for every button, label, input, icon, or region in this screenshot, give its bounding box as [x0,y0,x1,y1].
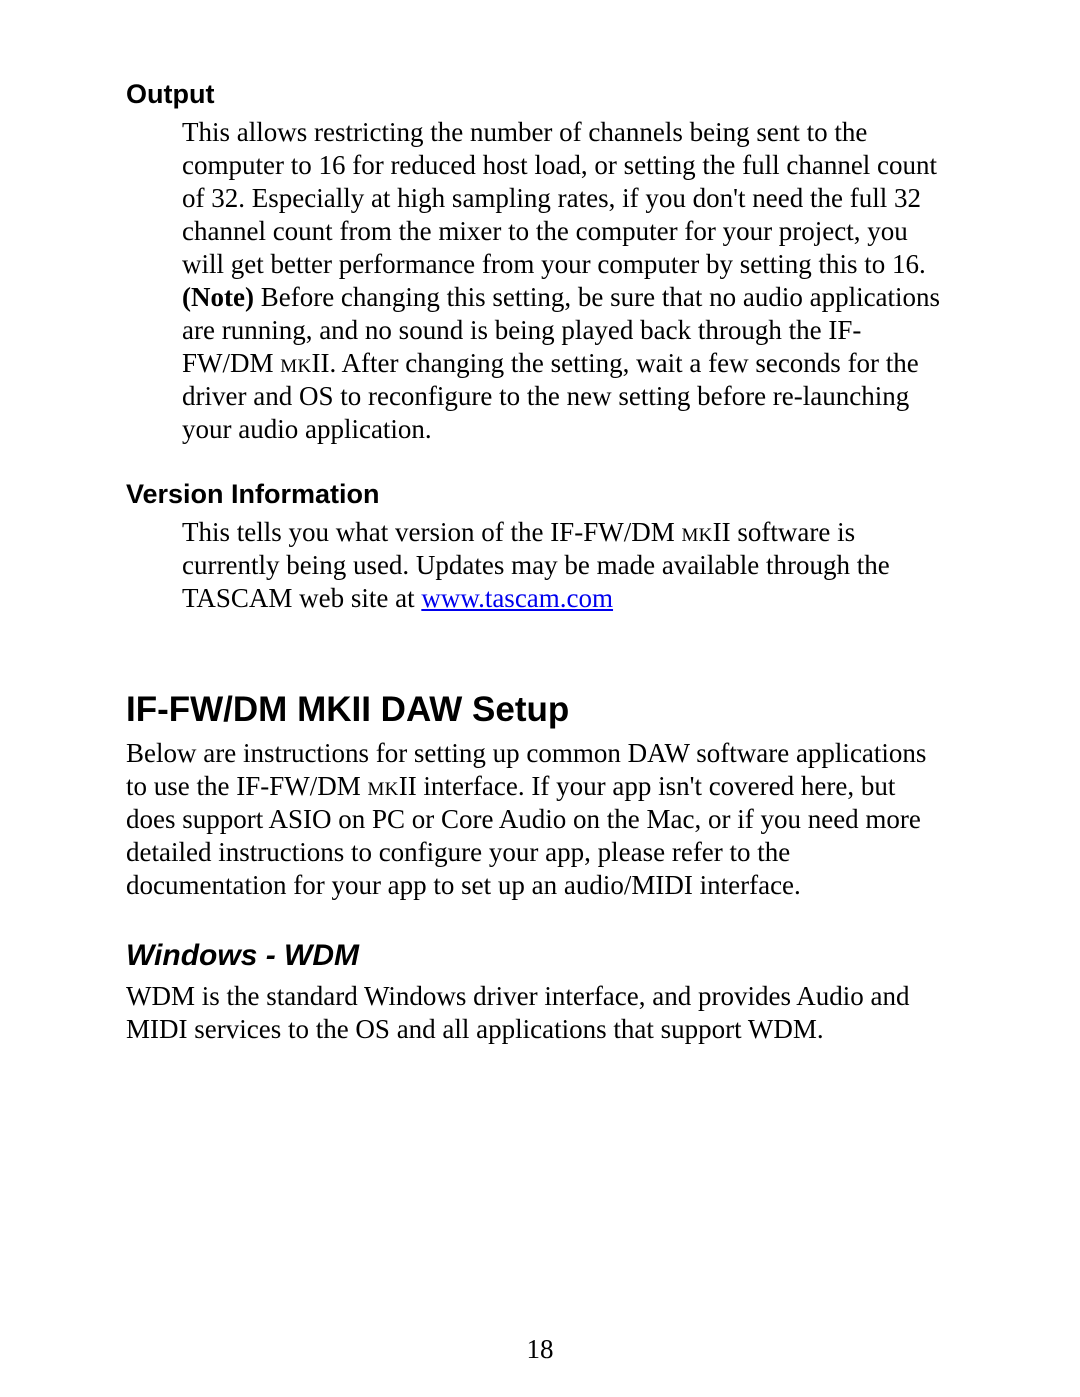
heading-daw-setup: IF-FW/DM MKII DAW Setup [126,689,950,731]
heading-output: Output [126,78,950,110]
paragraph-version: This tells you what version of the IF-FW… [182,516,950,615]
heading-windows-wdm: Windows - WDM [126,938,950,974]
note-label: (Note) [182,282,254,312]
daw-heading-a: IF-FW/DM [126,690,297,729]
version-mk: mk [681,517,712,547]
paragraph-wdm: WDM is the standard Windows driver inter… [126,980,950,1046]
document-page: Output This allows restricting the numbe… [0,0,1080,1397]
daw-mk: mk [367,771,398,801]
page-number: 18 [0,1334,1080,1365]
paragraph-output-note: (Note) Before changing this setting, be … [182,281,950,446]
note-mk: mk [280,348,311,378]
paragraph-output-1: This allows restricting the number of ch… [182,116,950,281]
paragraph-daw: Below are instructions for setting up co… [126,737,950,902]
version-text-a: This tells you what version of the IF-FW… [182,517,681,547]
daw-heading-b: II DAW Setup [352,690,570,729]
daw-heading-mk: MK [297,690,351,729]
heading-version-info: Version Information [126,478,950,510]
tascam-link[interactable]: www.tascam.com [421,583,613,613]
